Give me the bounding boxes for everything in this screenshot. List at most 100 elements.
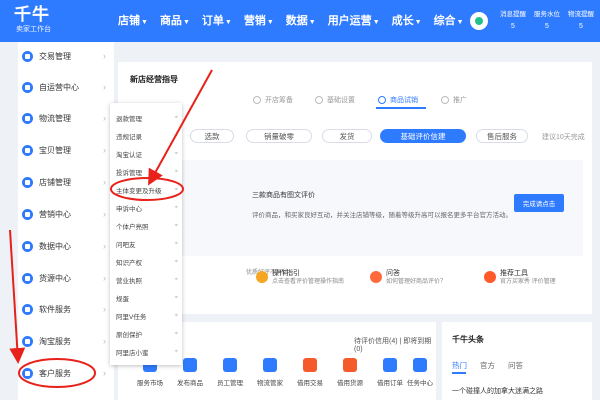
nav-marketing[interactable]: 营销▼ (244, 12, 274, 28)
pin-icon[interactable]: ⌖ (175, 133, 178, 140)
brand-logo: 千牛 (14, 5, 50, 24)
news-headline[interactable]: 一个碰撞人的加拿大迷满之路 (452, 386, 543, 396)
tab-hot[interactable]: 热门 (452, 360, 467, 371)
chevron-right-icon: › (103, 51, 106, 61)
pin-icon[interactable]: ⌖ (175, 187, 178, 194)
stat-service[interactable]: 服务水位 5 (530, 9, 564, 33)
submenu-item-business-license[interactable]: 营业执照 ⌖ (116, 274, 178, 286)
submenu-item-license-display[interactable]: 个体户亮照 ⌖ (116, 220, 178, 232)
nav-shop[interactable]: 店铺▼ (118, 12, 148, 28)
nav-label: 成长 (391, 15, 414, 27)
stage-label: 销量破零 (264, 131, 294, 141)
quick-logistics[interactable]: 物流管家 (256, 358, 284, 387)
submenu-item-appeals[interactable]: 申诉中心 ⌖ (116, 202, 178, 214)
sidebar-item-sourcing[interactable]: 货源中心 › (18, 268, 114, 288)
tab-step-settings[interactable]: 基础设置 (315, 95, 355, 105)
chevron-right-icon: › (103, 145, 106, 155)
tab-step-prepare[interactable]: 开店筹备 (253, 95, 293, 105)
tool-guide[interactable]: 操作指引 点击查看评价管理操作指南 (256, 269, 344, 287)
submenu-item-refunds[interactable]: 退款管理 ⌖ (116, 112, 178, 124)
pin-icon[interactable]: ⌖ (175, 115, 178, 122)
submenu-item-violations[interactable]: 违规记录 ⌖ (116, 130, 178, 142)
trade-icon (303, 358, 317, 372)
submenu-label: 退款管理 (116, 116, 142, 123)
task-area: 三款商品有图文评价 评价商品，和买家良好互动，并关注店铺等级，随着等级升高可以报… (178, 160, 583, 256)
stage-select[interactable]: 选款 (190, 129, 234, 143)
sidebar-item-logistics[interactable]: 物流管理 › (18, 108, 114, 128)
pin-icon[interactable]: ⌖ (175, 349, 178, 356)
quick-staff[interactable]: 员工管理 (216, 358, 244, 387)
quick-sourcing[interactable]: 借用货源 (336, 358, 364, 387)
brand[interactable]: 千牛 卖家工作台 (14, 5, 104, 35)
chevron-right-icon: › (103, 241, 106, 251)
sidebar-item-goods[interactable]: 宝贝管理 › (18, 140, 114, 160)
nav-orders[interactable]: 订单▼ (202, 12, 232, 28)
tool-desc: 点击查看评价管理操作指南 (272, 279, 345, 285)
quick-label: 员工管理 (217, 380, 243, 387)
complete-button[interactable]: 完成请点击 (514, 194, 564, 212)
pin-icon[interactable]: ⌖ (175, 223, 178, 230)
stat-messages[interactable]: 消息提醒 5 (496, 9, 530, 33)
pin-icon[interactable]: ⌖ (175, 295, 178, 302)
sidebar-item-label: 自运营中心 (39, 82, 79, 92)
quick-orders[interactable]: 借用订单 (376, 358, 404, 387)
tab-step-trial-sale[interactable]: 商品试销 (378, 95, 418, 105)
chevron-right-icon: › (103, 368, 106, 378)
sidebar-item-marketing[interactable]: 营销中心 › (18, 204, 114, 224)
stage-review-building[interactable]: 基础评价信建 (380, 129, 466, 143)
tool-recommended[interactable]: 推荐工具 官方买家秀 评价管理 (484, 269, 556, 287)
nav-growth[interactable]: 成长▼ (392, 12, 422, 28)
tab-official[interactable]: 官方 (480, 360, 495, 371)
pin-icon[interactable]: ⌖ (175, 151, 178, 158)
nav-general[interactable]: 综合▼ (434, 12, 464, 28)
nav-goods[interactable]: 商品▼ (160, 12, 190, 28)
chevron-right-icon: › (103, 82, 106, 92)
sidebar-item-customer-service[interactable]: 客户服务 › (18, 363, 114, 383)
tool-qa[interactable]: 问答 如何管理好商品评价？ (370, 269, 446, 287)
avatar[interactable] (470, 12, 488, 30)
submenu-item-rules[interactable]: 规蛋 ⌖ (116, 292, 178, 304)
nav-user-ops[interactable]: 用户运营▼ (328, 12, 380, 28)
sidebar-item-self-ops[interactable]: 自运营中心 › (18, 77, 114, 97)
sidebar-item-shop[interactable]: 店铺管理 › (18, 172, 114, 192)
sidebar-item-label: 物流管理 (39, 113, 71, 123)
quick-task-center[interactable]: 任务中心 (406, 358, 434, 387)
sidebar-item-trade[interactable]: 交易管理 › (18, 46, 114, 66)
pin-icon[interactable]: ⌖ (175, 313, 178, 320)
stage-first-sale[interactable]: 销量破零 (246, 129, 312, 143)
pin-icon[interactable]: ⌖ (175, 205, 178, 212)
pending-review-link[interactable]: 待评价信用(4) | 即将到期(0) (354, 336, 436, 353)
quick-trade[interactable]: 借用交易 (296, 358, 324, 387)
chevron-right-icon: › (103, 304, 106, 314)
submenu-label: 淘宝认证 (116, 152, 142, 159)
pin-icon[interactable]: ⌖ (175, 169, 178, 176)
submenu-item-shop-assistant[interactable]: 阿里店小蜜 ⌖ (116, 346, 178, 358)
pin-icon[interactable]: ⌖ (175, 277, 178, 284)
sidebar-item-software[interactable]: 软件服务 › (18, 299, 114, 319)
pin-icon[interactable]: ⌖ (175, 331, 178, 338)
submenu-item-v-task[interactable]: 阿里V任务 ⌖ (116, 310, 178, 322)
submenu-item-certification[interactable]: 淘宝认证 ⌖ (116, 148, 178, 160)
stage-after-sale[interactable]: 售后服务 (476, 129, 528, 143)
pin-icon[interactable]: ⌖ (175, 241, 178, 248)
submenu-label: 阿里V任务 (116, 314, 147, 321)
submenu-item-complaints[interactable]: 投诉管理 ⌖ (116, 166, 178, 178)
sidebar-item-label: 交易管理 (39, 51, 71, 61)
pin-icon[interactable]: ⌖ (175, 259, 178, 266)
sidebar-item-taobao-service[interactable]: 淘宝服务 › (18, 331, 114, 351)
sourcing-icon (22, 272, 33, 284)
submenu-item-ip[interactable]: 知识产权 ⌖ (116, 256, 178, 268)
sidebar-item-data[interactable]: 数据中心 › (18, 236, 114, 256)
stage-shipping[interactable]: 发货 (322, 129, 372, 143)
stat-logistics[interactable]: 物流提醒 5 (564, 9, 598, 33)
submenu-item-ask-friends[interactable]: 问吧友 ⌖ (116, 238, 178, 250)
tab-step-promotion[interactable]: 推广 (441, 95, 467, 105)
submenu-item-entity-change[interactable]: 主体变更及升级 ⌖ (116, 184, 178, 196)
submenu-item-original-protection[interactable]: 原创保护 ⌖ (116, 328, 178, 340)
submenu-label: 违规记录 (116, 134, 142, 141)
nav-data[interactable]: 数据▼ (286, 12, 316, 28)
qa-icon (370, 271, 382, 283)
step-dot-icon (315, 96, 323, 104)
tab-qa[interactable]: 问答 (508, 360, 523, 371)
sidebar-item-label: 淘宝服务 (39, 336, 71, 346)
